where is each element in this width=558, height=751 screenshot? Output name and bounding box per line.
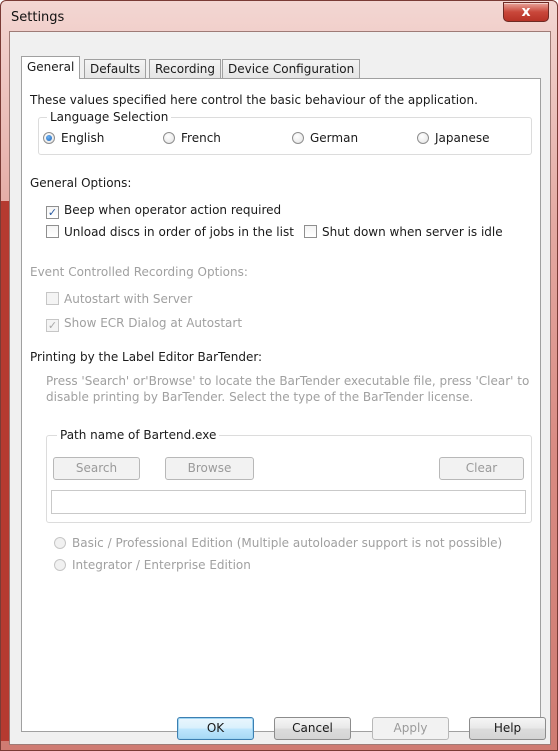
apply-button[interactable]: Apply bbox=[372, 717, 449, 740]
radio-indicator bbox=[43, 132, 55, 144]
printing-title: Printing by the Label Editor BarTender: bbox=[30, 350, 263, 364]
radio-indicator bbox=[417, 132, 429, 144]
show-ecr-dialog-checkbox[interactable]: ✓ Show ECR Dialog at Autostart bbox=[46, 316, 242, 332]
search-button[interactable]: Search bbox=[53, 457, 140, 480]
path-group: Path name of Bartend.exe Search Browse C… bbox=[46, 428, 532, 523]
path-group-title: Path name of Bartend.exe bbox=[57, 428, 220, 442]
radio-english-label: English bbox=[61, 131, 105, 145]
beep-checkbox[interactable]: ✓ Beep when operator action required bbox=[46, 203, 281, 219]
autostart-checkbox[interactable]: Autostart with Server bbox=[46, 292, 192, 306]
radio-indicator bbox=[292, 132, 304, 144]
title-bar[interactable]: Settings x bbox=[1, 1, 557, 35]
shutdown-idle-checkbox[interactable]: Shut down when server is idle bbox=[304, 225, 503, 239]
browse-button[interactable]: Browse bbox=[165, 457, 254, 480]
ecr-options-title: Event Controlled Recording Options: bbox=[30, 265, 248, 279]
radio-german-label: German bbox=[310, 131, 359, 145]
shutdown-idle-label: Shut down when server is idle bbox=[322, 225, 503, 239]
radio-indicator bbox=[163, 132, 175, 144]
general-options-title: General Options: bbox=[30, 176, 132, 190]
checkmark-icon: ✓ bbox=[46, 206, 59, 219]
language-group-title: Language Selection bbox=[47, 110, 172, 124]
printing-description-line-2: disable printing by BarTender. Select th… bbox=[46, 390, 474, 404]
radio-integrator-edition[interactable]: Integrator / Enterprise Edition bbox=[54, 558, 251, 572]
ok-button[interactable]: OK bbox=[177, 717, 254, 740]
autostart-label: Autostart with Server bbox=[64, 292, 193, 306]
close-icon: x bbox=[521, 4, 531, 20]
printing-description-line-1: Press 'Search' or'Browse' to locate the … bbox=[46, 374, 530, 388]
unload-discs-label: Unload discs in order of jobs in the lis… bbox=[64, 225, 294, 239]
settings-dialog: Settings x General Defaults Recording De… bbox=[0, 0, 558, 751]
radio-basic-edition[interactable]: Basic / Professional Edition (Multiple a… bbox=[54, 536, 502, 550]
tab-defaults[interactable]: Defaults bbox=[84, 59, 147, 79]
radio-indicator bbox=[54, 559, 66, 571]
tab-recording[interactable]: Recording bbox=[149, 59, 222, 79]
intro-text: These values specified here control the … bbox=[30, 93, 478, 107]
general-tab-panel: These values specified here control the … bbox=[21, 78, 541, 732]
checkbox-box bbox=[304, 225, 317, 238]
radio-japanese[interactable]: Japanese bbox=[417, 131, 490, 145]
checkbox-box bbox=[46, 292, 59, 305]
radio-french[interactable]: French bbox=[163, 131, 221, 145]
beep-checkbox-label: Beep when operator action required bbox=[64, 203, 282, 217]
bartend-path-field[interactable] bbox=[51, 490, 526, 514]
checkbox-box bbox=[46, 225, 59, 238]
radio-german[interactable]: German bbox=[292, 131, 358, 145]
tab-device-configuration[interactable]: Device Configuration bbox=[222, 59, 361, 79]
tab-general[interactable]: General bbox=[21, 56, 81, 79]
close-button[interactable]: x bbox=[503, 2, 549, 22]
clear-button[interactable]: Clear bbox=[439, 457, 524, 480]
basic-edition-label: Basic / Professional Edition (Multiple a… bbox=[72, 536, 503, 550]
cancel-button[interactable]: Cancel bbox=[274, 717, 351, 740]
radio-french-label: French bbox=[181, 131, 221, 145]
radio-japanese-label: Japanese bbox=[435, 131, 490, 145]
unload-discs-checkbox[interactable]: Unload discs in order of jobs in the lis… bbox=[46, 225, 294, 239]
show-ecr-dialog-label: Show ECR Dialog at Autostart bbox=[64, 316, 243, 330]
language-selection-group: Language Selection English French German… bbox=[38, 110, 532, 155]
help-button[interactable]: Help bbox=[469, 717, 546, 740]
checkmark-icon: ✓ bbox=[46, 319, 59, 332]
window-title: Settings bbox=[11, 10, 65, 25]
integrator-edition-label: Integrator / Enterprise Edition bbox=[72, 558, 251, 572]
radio-english[interactable]: English bbox=[43, 131, 104, 145]
radio-indicator bbox=[54, 537, 66, 549]
dialog-client-area: General Defaults Recording Device Config… bbox=[9, 31, 551, 745]
